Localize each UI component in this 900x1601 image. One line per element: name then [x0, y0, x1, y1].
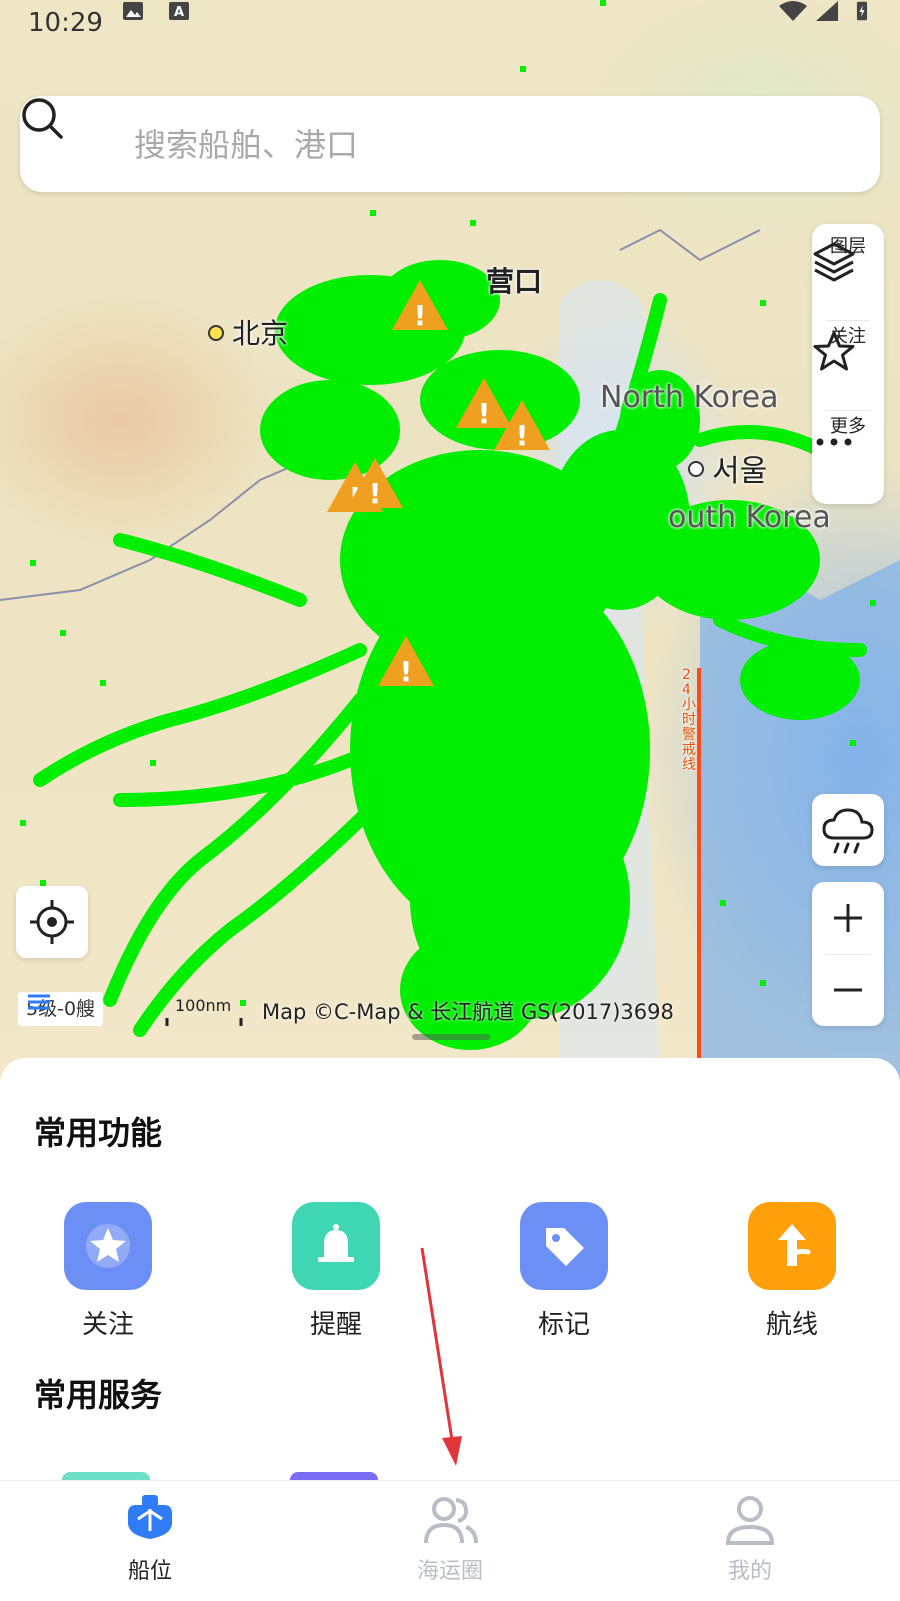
svg-text:!: !: [478, 397, 491, 430]
search-icon: [22, 98, 63, 139]
bottom-sheet: 常用功能 关注 提醒 标记 航线 常用服务: [0, 1058, 900, 1480]
rain-cloud-icon: [822, 808, 874, 854]
city-label-beijing: 北京: [232, 317, 289, 350]
status-time: 10:29: [28, 8, 103, 38]
nav-tab-shipping-circle[interactable]: 海运圈: [370, 1481, 530, 1601]
layers-icon: [813, 242, 855, 282]
font-notification-icon: A: [169, 2, 189, 20]
list-icon: [28, 994, 50, 1010]
function-tile-route: [748, 1202, 836, 1290]
nav-tab-mine[interactable]: 我的: [670, 1481, 830, 1601]
tag-icon: [546, 1228, 584, 1266]
function-tile-mark: [520, 1202, 608, 1290]
common-functions-title: 常用功能: [34, 1114, 163, 1152]
search-input[interactable]: [132, 120, 836, 170]
user-icon: [725, 1496, 775, 1545]
map-attribution: Map ©C-Map & 长江航道 GS(2017)3698: [262, 1000, 674, 1024]
nav-tab-ship-position[interactable]: 船位: [70, 1481, 230, 1601]
route-arrow-icon: [778, 1224, 811, 1266]
minus-icon: [834, 988, 862, 992]
zoom-out-button[interactable]: [812, 954, 884, 1026]
scale-bar: [165, 1018, 243, 1026]
function-reminder[interactable]: 提醒: [266, 1202, 406, 1341]
image-notification-icon: [123, 2, 143, 20]
ship-icon: [128, 1495, 172, 1539]
bottom-navigation: 船位 海运圈 我的: [0, 1480, 900, 1601]
function-label-mark: 标记: [537, 1310, 590, 1340]
sheet-drag-handle[interactable]: [412, 1034, 490, 1040]
crosshair-icon: [30, 900, 74, 944]
layers-button[interactable]: 图层: [812, 230, 884, 318]
country-label-south-korea: outh Korea: [668, 500, 831, 535]
star-icon: [86, 1224, 130, 1268]
signal-icon: [816, 1, 838, 21]
locate-button[interactable]: [16, 886, 88, 958]
svg-text:!: !: [516, 419, 529, 452]
bell-icon: [318, 1224, 354, 1262]
weather-button[interactable]: [812, 794, 884, 866]
star-icon: [813, 331, 855, 371]
plus-icon: [834, 904, 862, 932]
function-mark[interactable]: 标记: [494, 1202, 634, 1341]
svg-text:!: !: [400, 655, 413, 688]
function-route[interactable]: 航线: [722, 1202, 862, 1341]
wifi-icon: [779, 1, 807, 21]
ship-level-control[interactable]: 5级-0艘: [18, 992, 104, 1026]
city-label-yingkou: 营口: [486, 265, 543, 298]
nav-label-ship-position: 船位: [127, 1559, 172, 1584]
nav-label-mine: 我的: [727, 1559, 772, 1584]
service-tile-2[interactable]: [290, 1472, 378, 1480]
function-label-route: 航线: [765, 1310, 818, 1340]
battery-icon: [856, 1, 868, 21]
zoom-in-button[interactable]: [812, 882, 884, 954]
svg-text:!: !: [369, 477, 382, 510]
function-follow[interactable]: 关注: [38, 1202, 178, 1341]
service-tile-1[interactable]: [62, 1472, 150, 1480]
svg-text:A: A: [174, 5, 184, 20]
svg-text:!: !: [414, 299, 427, 332]
map-tool-panel: 图层 关注 更多: [812, 224, 884, 504]
function-tile-reminder: [292, 1202, 380, 1290]
more-icon: [816, 438, 852, 446]
scale-label: 100nm: [175, 996, 232, 1015]
more-button[interactable]: 更多: [812, 410, 884, 498]
city-label-seoul: 서울: [712, 454, 768, 489]
map-view[interactable]: ! ! ! ! ! ! 北京 营口 서울 North Korea outh Ko…: [0, 0, 900, 1080]
community-icon: [424, 1497, 478, 1544]
status-bar: 10:29 A: [0, 0, 900, 48]
function-label-follow: 关注: [81, 1310, 134, 1340]
country-label-north-korea: North Korea: [600, 380, 779, 415]
zoom-controls: [812, 882, 884, 1026]
nav-label-shipping-circle: 海运圈: [416, 1559, 483, 1584]
function-tile-follow: [64, 1202, 152, 1290]
common-services-title: 常用服务: [34, 1376, 163, 1414]
follow-button[interactable]: 关注: [812, 320, 884, 408]
warning-line-label: 24小时警戒线: [682, 667, 696, 773]
function-label-reminder: 提醒: [309, 1310, 362, 1340]
search-bar[interactable]: [20, 96, 880, 192]
